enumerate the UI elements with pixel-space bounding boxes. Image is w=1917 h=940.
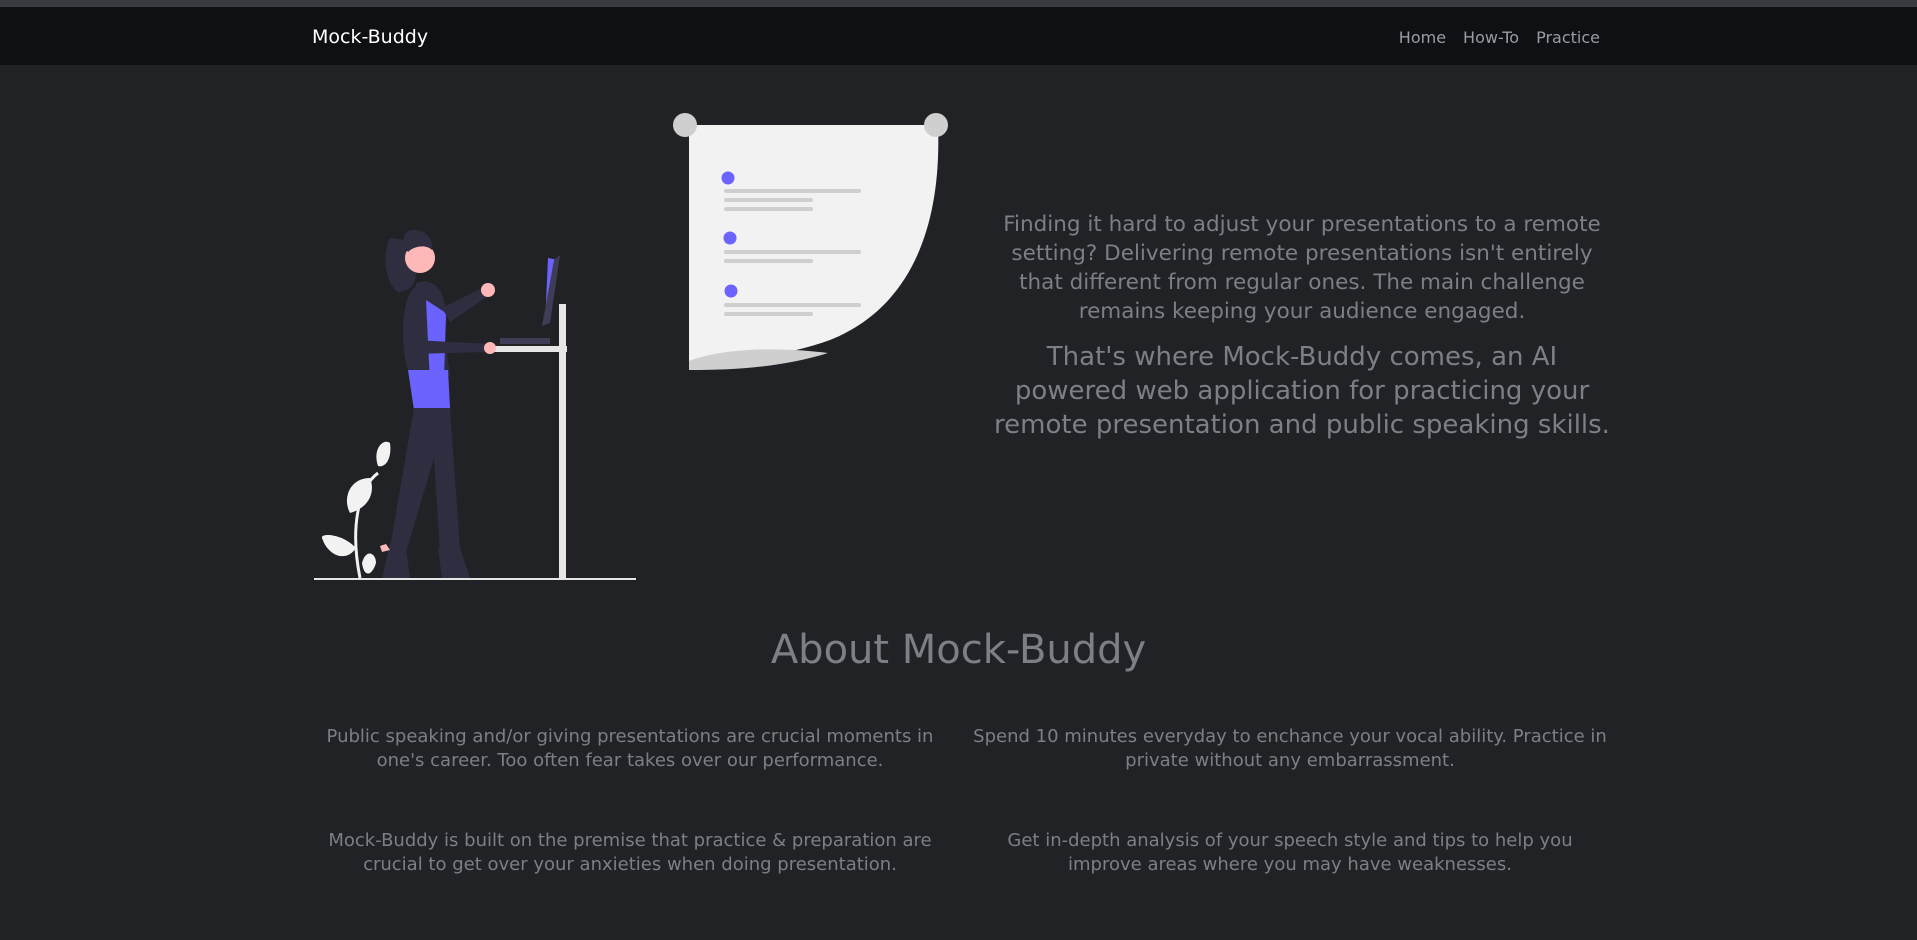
hero-tagline-text: That's where Mock-Buddy comes, an AI pow… (994, 342, 1610, 440)
standing-desk-graphic (492, 255, 567, 579)
about-item-4: Get in-depth analysis of your speech sty… (1007, 830, 1573, 875)
about-title: About Mock-Buddy (770, 627, 1147, 673)
nav-link-home[interactable]: Home (1399, 28, 1446, 47)
about-item-2: Spend 10 minutes everyday to enchance yo… (973, 726, 1607, 771)
nav-link-how-to[interactable]: How-To (1463, 28, 1519, 47)
about-item-1: Public speaking and/or giving presentati… (326, 726, 934, 771)
hero-text: Finding it hard to adjust your presentat… (990, 210, 1614, 442)
about-item-3: Mock-Buddy is built on the premise that … (328, 830, 932, 875)
hero-intro-text: Finding it hard to adjust your presentat… (1003, 212, 1601, 324)
nav-link-practice[interactable]: Practice (1536, 28, 1600, 47)
woman-figure-graphic (380, 230, 496, 578)
hero-illustration (314, 113, 948, 580)
brand-link[interactable]: Mock-Buddy (312, 26, 428, 48)
browser-top-strip (0, 0, 1917, 7)
plant-graphic (321, 441, 391, 579)
navbar: Mock-Buddy Home How-To Practice (0, 7, 1917, 65)
paper-scroll-graphic (673, 113, 948, 370)
nav-links: Home How-To Practice (1399, 28, 1600, 47)
